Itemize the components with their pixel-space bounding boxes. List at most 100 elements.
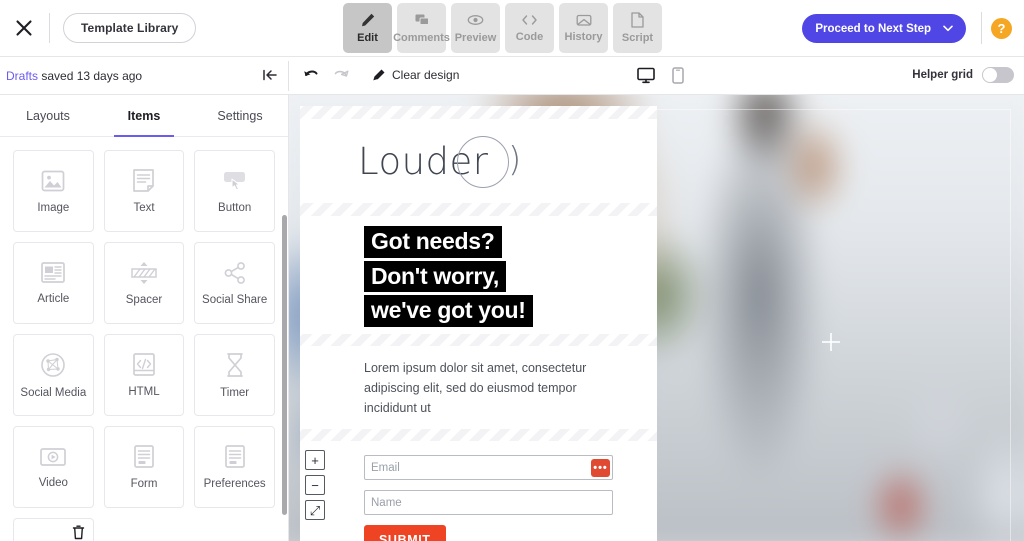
tab-script-label: Script bbox=[621, 32, 654, 44]
item-card-spacer[interactable]: Spacer bbox=[103, 242, 185, 324]
helper-grid-label: Helper grid bbox=[912, 69, 973, 81]
article-icon bbox=[40, 261, 66, 284]
spacer-icon bbox=[129, 261, 159, 285]
sub-toolbar: Drafts saved 13 days ago Clear design He… bbox=[0, 57, 1024, 95]
item-card-image[interactable]: Image bbox=[13, 150, 94, 232]
code-brackets-icon bbox=[521, 13, 538, 27]
item-label: Article bbox=[37, 293, 70, 305]
share-nodes-icon bbox=[222, 261, 248, 285]
close-icon[interactable] bbox=[12, 16, 36, 40]
collapse-panel-icon[interactable] bbox=[262, 68, 278, 82]
email-canvas[interactable]: Louder ) Got needs? Don't worry, we've g… bbox=[289, 95, 1024, 541]
tab-items[interactable]: Items bbox=[96, 95, 192, 137]
drop-zone-band[interactable] bbox=[300, 106, 657, 119]
zoom-in-button[interactable]: + bbox=[305, 450, 325, 470]
email-field-placeholder: Email bbox=[371, 461, 400, 474]
social-network-icon bbox=[40, 352, 66, 378]
tab-edit-label: Edit bbox=[357, 32, 378, 44]
text-document-icon bbox=[132, 168, 155, 193]
items-grid: Image Text Button Article Spacer Social … bbox=[0, 137, 288, 541]
zoom-out-button[interactable]: − bbox=[305, 475, 325, 495]
sidebar-scrollbar[interactable] bbox=[282, 215, 287, 515]
proceed-group: Proceed to Next Step bbox=[802, 14, 966, 43]
drop-zone-band[interactable] bbox=[300, 429, 657, 442]
pencil-icon bbox=[360, 12, 376, 28]
sidebar-tabs: Layouts Items Settings bbox=[0, 95, 288, 137]
item-card-html[interactable]: HTML bbox=[103, 334, 185, 416]
item-card-text[interactable]: Text bbox=[103, 150, 185, 232]
left-sidebar: Layouts Items Settings Image Text Button… bbox=[0, 95, 289, 541]
email-content-column: Louder ) Got needs? Don't worry, we've g… bbox=[300, 106, 657, 541]
item-card-preferences[interactable]: Preferences bbox=[194, 426, 275, 508]
item-card-button[interactable]: Button bbox=[194, 150, 275, 232]
item-card-form[interactable]: Form bbox=[103, 426, 185, 508]
item-card-social-media[interactable]: Social Media bbox=[13, 334, 94, 416]
item-card-article[interactable]: Article bbox=[13, 242, 94, 324]
html-code-icon bbox=[132, 352, 156, 377]
undo-icon[interactable] bbox=[302, 67, 320, 83]
tab-settings[interactable]: Settings bbox=[192, 95, 288, 136]
headline-line: we've got you! bbox=[364, 295, 533, 328]
tab-settings-label: Settings bbox=[217, 108, 263, 123]
draft-status: Drafts saved 13 days ago bbox=[6, 69, 142, 83]
tab-edit[interactable]: Edit bbox=[343, 3, 392, 53]
tab-layouts[interactable]: Layouts bbox=[0, 95, 96, 136]
tab-script[interactable]: Script bbox=[613, 3, 662, 53]
video-play-icon bbox=[39, 446, 67, 468]
divider bbox=[981, 12, 982, 44]
divider bbox=[49, 13, 50, 43]
item-card-timer[interactable]: Timer bbox=[194, 334, 275, 416]
headline-line: Got needs? bbox=[364, 226, 502, 258]
clear-design-label: Clear design bbox=[392, 68, 460, 82]
mobile-view-icon[interactable] bbox=[672, 67, 684, 84]
drop-zone-band[interactable] bbox=[300, 334, 657, 347]
more-options-icon[interactable]: ••• bbox=[591, 459, 610, 478]
item-label: Image bbox=[37, 201, 70, 214]
logo-paren: ) bbox=[508, 140, 522, 180]
tab-code[interactable]: Code bbox=[505, 3, 554, 53]
item-label: Form bbox=[130, 478, 158, 490]
drop-zone-band[interactable] bbox=[300, 203, 657, 216]
tab-code-label: Code bbox=[515, 31, 544, 43]
toggle-knob bbox=[983, 68, 997, 82]
tab-comments-label: Comments bbox=[393, 32, 450, 44]
drafts-link[interactable]: Drafts bbox=[6, 69, 38, 83]
item-label: Social Media bbox=[20, 386, 87, 399]
item-label: Timer bbox=[220, 386, 250, 399]
hourglass-icon bbox=[224, 352, 246, 378]
delete-icon[interactable] bbox=[72, 525, 85, 540]
submit-button[interactable]: SUBMIT bbox=[364, 525, 446, 541]
button-click-icon bbox=[221, 169, 249, 193]
mode-tool-group: Edit Comments Preview Code History Scrip… bbox=[343, 3, 662, 53]
item-label: Text bbox=[133, 202, 155, 214]
name-field[interactable]: Name bbox=[364, 490, 613, 516]
redo-icon[interactable] bbox=[332, 67, 350, 83]
tab-preview-label: Preview bbox=[454, 32, 497, 44]
envelope-icon bbox=[576, 13, 592, 27]
email-field[interactable]: Email ••• bbox=[364, 455, 613, 481]
item-label: HTML bbox=[128, 386, 160, 398]
body-copy[interactable]: Lorem ipsum dolor sit amet, consectetur … bbox=[300, 346, 657, 429]
template-library-label: Template Library bbox=[81, 21, 179, 35]
saved-text: saved 13 days ago bbox=[38, 68, 143, 83]
headline-block[interactable]: Got needs? Don't worry, we've got you! bbox=[300, 216, 657, 334]
tab-history[interactable]: History bbox=[559, 3, 608, 53]
item-card-partial[interactable] bbox=[13, 518, 94, 541]
item-card-social-share[interactable]: Social Share bbox=[194, 242, 275, 324]
logo-block[interactable]: Louder ) bbox=[300, 119, 657, 203]
helper-grid-toggle[interactable] bbox=[982, 67, 1014, 83]
proceed-to-next-step-button[interactable]: Proceed to Next Step bbox=[802, 14, 966, 43]
template-library-button[interactable]: Template Library bbox=[63, 13, 197, 43]
item-card-video[interactable]: Video bbox=[13, 426, 94, 508]
clear-design-button[interactable]: Clear design bbox=[372, 68, 459, 82]
item-label: Social Share bbox=[202, 293, 268, 306]
name-field-placeholder: Name bbox=[371, 496, 402, 509]
tab-preview[interactable]: Preview bbox=[451, 3, 500, 53]
proceed-label: Proceed to Next Step bbox=[815, 22, 931, 35]
desktop-view-icon[interactable] bbox=[637, 67, 655, 84]
tab-comments[interactable]: Comments bbox=[393, 3, 450, 53]
item-label: Spacer bbox=[125, 293, 163, 306]
zoom-fit-button[interactable]: ⤢ bbox=[305, 500, 325, 520]
help-icon[interactable]: ? bbox=[991, 18, 1012, 39]
headline-line: Don't worry, bbox=[364, 260, 506, 293]
